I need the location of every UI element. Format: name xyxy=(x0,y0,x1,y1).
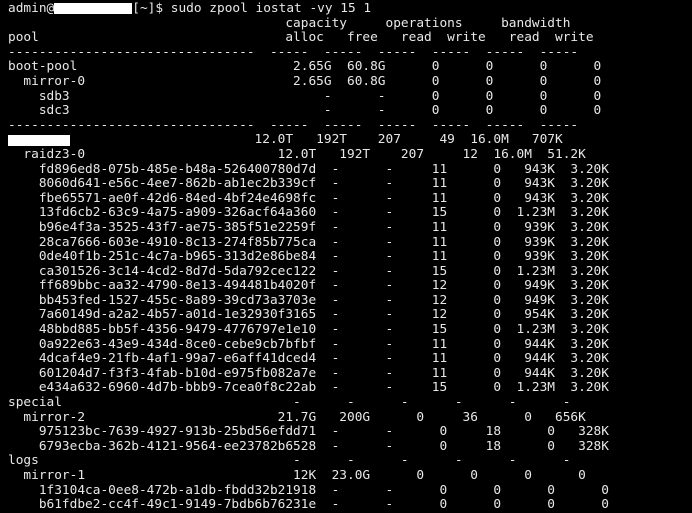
table-row: 13fd6cb2-63c9-4a75-a909-326acf64a360 - -… xyxy=(8,205,609,221)
table-row: fd896ed8-075b-485e-b48a-526400780d7d - -… xyxy=(8,161,609,177)
terminal-output: admin@ [~]$ sudo zpool iostat -vy 15 1 ca… xyxy=(8,1,609,513)
table-row: ca301526-3c14-4cd2-8d7d-5da792cec122 - -… xyxy=(8,263,609,279)
table-row: bb453fed-1527-455c-8a89-39cd73a3703e - -… xyxy=(8,292,609,308)
redacted-hostname xyxy=(54,3,133,14)
table-row: mirror-2 21.7G 200G 0 36 0 656K xyxy=(8,409,586,425)
table-row: 601204d7-f3f3-4fab-b10d-e975fb082a7e - -… xyxy=(8,365,609,381)
table-row: 6793ecba-362b-4121-9564-ee23782b6528 - -… xyxy=(8,438,609,454)
table-row: 4dcaf4e9-21fb-4af1-99a7-e6aff41dced4 - -… xyxy=(8,351,609,367)
table-row: boot-pool 2.65G 60.8G 0 0 0 0 xyxy=(8,59,602,75)
table-row: 7a60149d-a2a2-4b57-a01d-1e32930f3165 - -… xyxy=(8,307,609,323)
prompt-suffix: [~]$ xyxy=(132,1,171,16)
table-row: ff689bbc-aa32-4790-8e13-494481b4020f - -… xyxy=(8,278,609,294)
prompt-line: admin@ [~]$ sudo zpool iostat -vy 15 1 xyxy=(8,1,609,17)
header-group-row: capacity operations bandwidth xyxy=(8,15,571,31)
header-separator: -------------------------------- ----- -… xyxy=(8,44,579,60)
prompt-user: admin@ xyxy=(8,1,55,16)
section-separator: -------------------------------- ----- -… xyxy=(8,117,579,133)
table-row: logs - - - - - - xyxy=(8,453,571,469)
data-pool-row: 12.0T 192T 207 49 16.0M 707K xyxy=(8,133,609,148)
table-row: b61fdbe2-cc4f-49c1-9149-7bdb6b76231e - -… xyxy=(8,497,609,513)
table-row: b96e4f3a-3525-43f7-ae75-385f51e2259f - -… xyxy=(8,219,609,235)
terminal-window[interactable]: admin@ [~]$ sudo zpool iostat -vy 15 1 ca… xyxy=(0,0,692,512)
redacted-pool-name xyxy=(8,135,70,147)
table-row: sdb3 - - 0 0 0 0 xyxy=(8,88,602,104)
table-row: e434a632-6960-4d7b-bbb9-7cea0f8c22ab - -… xyxy=(8,380,609,396)
table-row: 28ca7666-603e-4910-8c13-274f85b775ca - -… xyxy=(8,234,609,250)
table-row: mirror-1 12K 23.0G 0 0 0 0 xyxy=(8,468,586,483)
data-pool-stats: 12.0T 192T 207 49 16.0M 707K xyxy=(8,132,563,148)
command-text: sudo zpool iostat -vy 15 1 xyxy=(170,1,372,16)
table-row: sdc3 - - 0 0 0 0 xyxy=(8,103,602,119)
table-row: raidz3-0 12.0T 192T 207 12 16.0M 51.2K xyxy=(8,146,586,162)
table-row: 975123bc-7639-4927-913b-25bd56efdd71 - -… xyxy=(8,424,609,440)
table-row: 8060d641-e56c-4ee7-862b-ab1ec2b339cf - -… xyxy=(8,176,609,192)
table-row: 48bbd885-bb5f-4356-9479-4776797e1e10 - -… xyxy=(8,322,609,338)
table-row: fbe65571-ae0f-42d6-84ed-4bf24e4698fc - -… xyxy=(8,190,609,206)
table-row: 1f3104ca-0ee8-472b-a1db-fbdd32b21918 - -… xyxy=(8,482,609,498)
header-column-row: pool alloc free read write read write xyxy=(8,30,594,46)
table-row: 0a922e63-43e9-434d-8ce0-cebe9cb7bfbf - -… xyxy=(8,336,609,352)
table-row: 0de40f1b-251c-4c7a-b965-313d2e86be84 - -… xyxy=(8,249,609,265)
table-row: special - - - - - - xyxy=(8,395,571,411)
table-row: mirror-0 2.65G 60.8G 0 0 0 0 xyxy=(8,73,602,89)
